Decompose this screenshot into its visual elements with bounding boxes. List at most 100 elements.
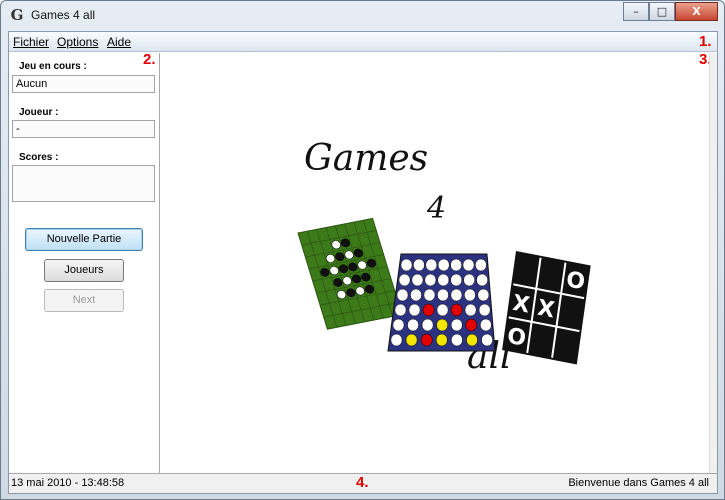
connect-four-piece <box>424 273 437 287</box>
connect-four-piece <box>477 288 490 302</box>
othello-piece <box>320 267 330 277</box>
player-field: - <box>12 120 155 138</box>
othello-piece <box>333 278 343 287</box>
current-game-field: Aucun <box>12 75 155 93</box>
tic-tac-toe-mark: X <box>511 291 531 319</box>
maximize-button[interactable]: □ <box>649 2 675 21</box>
tic-tac-toe-gridline <box>508 316 580 333</box>
window-controls: – □ X <box>623 2 718 21</box>
tic-tac-toe-board-icon: OX XO <box>502 251 591 365</box>
othello-piece <box>351 274 362 284</box>
connect-four-piece <box>437 273 450 287</box>
connect-four-piece <box>422 303 435 317</box>
connect-four-piece <box>390 333 403 347</box>
window-title: Games 4 all <box>31 8 96 22</box>
minimize-button[interactable]: – <box>623 2 649 21</box>
othello-piece <box>361 272 371 282</box>
tic-tac-toe-board <box>502 251 591 365</box>
connect-four-piece <box>407 318 419 332</box>
tic-tac-toe-mark: X <box>536 296 556 324</box>
connect-four-piece <box>480 318 492 332</box>
connect-four-piece <box>462 258 475 272</box>
sidebar-panel: 2. Jeu en cours : Aucun Joueur : - Score… <box>9 51 160 473</box>
connect-four-piece <box>394 303 407 317</box>
othello-piece <box>357 260 367 270</box>
othello-piece <box>366 258 377 268</box>
othello-gridline <box>323 302 399 318</box>
logo-art: OX XO <box>297 217 591 365</box>
connect-four-piece <box>396 288 409 302</box>
new-game-button[interactable]: Nouvelle Partie <box>25 228 143 251</box>
othello-piece <box>336 290 347 299</box>
othello-piece <box>338 264 349 274</box>
logo-word-all: all <box>467 336 512 377</box>
minimize-icon: – <box>633 5 639 18</box>
connect-four-piece <box>450 288 463 302</box>
othello-gridline <box>344 223 375 321</box>
status-datetime: 13 mai 2010 - 13:48:58 <box>11 477 125 489</box>
othello-piece <box>348 262 358 272</box>
connect-four-piece <box>450 273 463 287</box>
othello-piece <box>364 284 375 294</box>
othello-piece <box>335 252 345 262</box>
othello-board <box>297 217 403 330</box>
othello-piece <box>329 266 339 275</box>
connect-four-piece <box>423 288 436 302</box>
connect-four-piece <box>451 333 463 347</box>
connect-four-piece <box>464 303 477 317</box>
connect-four-piece <box>425 258 438 272</box>
next-button[interactable]: Next <box>44 289 124 312</box>
callout-1: 1. <box>699 33 712 50</box>
connect-four-piece <box>420 333 433 347</box>
client-area: Fichier Options Aide 1. 2. Jeu en cours … <box>8 31 718 494</box>
othello-gridline <box>353 222 384 319</box>
current-game-label: Jeu en cours : <box>19 61 87 72</box>
othello-gridline <box>305 242 381 258</box>
scores-field <box>12 165 155 202</box>
othello-piece <box>342 276 352 286</box>
othello-piece <box>331 240 341 250</box>
menu-aide[interactable]: Aide <box>107 35 131 49</box>
title-bar[interactable]: G Games 4 all – □ X <box>1 1 724 31</box>
close-button[interactable]: X <box>675 2 718 21</box>
othello-gridline <box>334 225 366 322</box>
othello-gridline <box>306 231 338 328</box>
tic-tac-toe-gridline <box>551 262 567 358</box>
othello-gridline <box>319 290 395 306</box>
connect-four-piece <box>436 318 449 332</box>
othello-piece <box>340 238 351 248</box>
connect-four-piece <box>398 273 411 287</box>
othello-piece <box>346 288 356 298</box>
close-icon: X <box>692 5 701 18</box>
tic-tac-toe-gridline <box>513 283 585 300</box>
status-bar: 13 mai 2010 - 13:48:58 4. Bienvenue dans… <box>9 473 717 493</box>
othello-gridline <box>312 266 388 282</box>
connect-four-piece <box>475 258 487 272</box>
connect-four-piece <box>435 333 448 347</box>
connect-four-piece <box>410 288 422 302</box>
menu-fichier[interactable]: Fichier <box>13 35 49 49</box>
menu-bar: Fichier Options Aide 1. <box>9 32 717 52</box>
callout-2: 2. <box>143 51 156 68</box>
connect-four-piece <box>450 303 463 317</box>
connect-four-piece <box>465 318 478 332</box>
logo-word-games: Games <box>304 138 429 179</box>
menu-options[interactable]: Options <box>57 35 98 49</box>
connect-four-piece <box>411 273 424 287</box>
players-button[interactable]: Joueurs <box>44 259 124 282</box>
connect-four-piece <box>437 288 449 302</box>
tic-tac-toe-gridline <box>526 257 542 354</box>
tic-tac-toe-mark: O <box>565 267 587 295</box>
connect-four-piece <box>463 273 476 287</box>
othello-piece <box>353 248 364 258</box>
connect-four-piece <box>437 258 450 272</box>
vertical-scrollbar[interactable] <box>709 53 717 473</box>
maximize-icon: □ <box>656 5 668 18</box>
othello-gridline <box>325 227 356 324</box>
app-window: G Games 4 all – □ X Fichier Options Aide… <box>0 0 725 500</box>
player-label: Joueur : <box>19 107 59 118</box>
connect-four-piece <box>450 318 463 332</box>
othello-piece <box>355 286 365 296</box>
connect-four-piece <box>400 258 413 272</box>
othello-gridline <box>316 278 392 294</box>
